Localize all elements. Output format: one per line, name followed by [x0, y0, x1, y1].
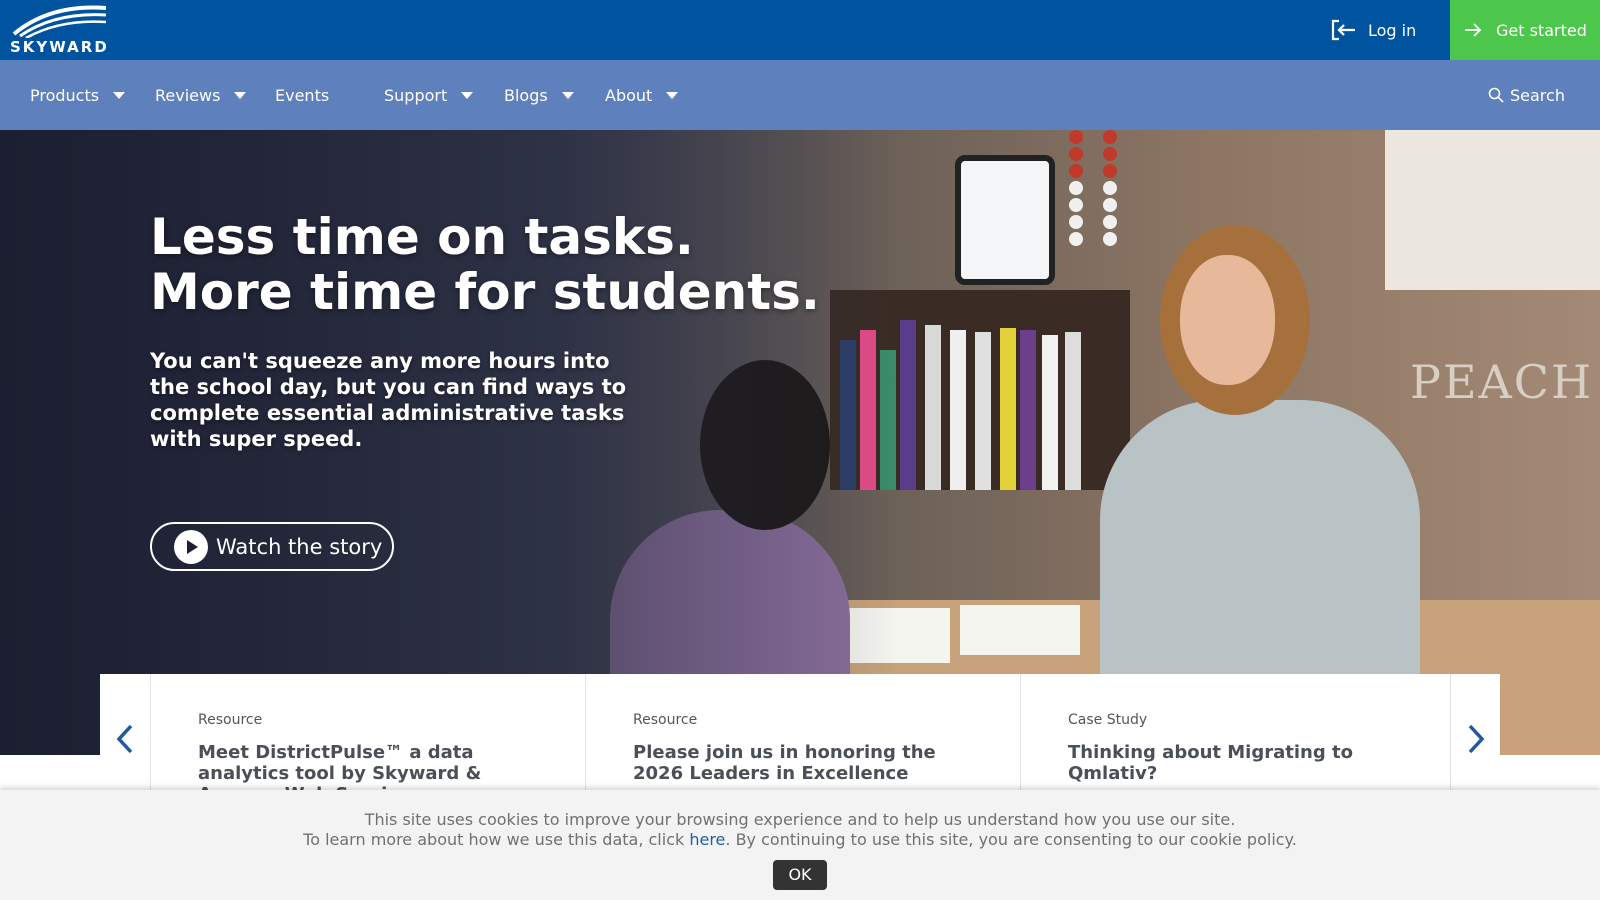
watch-story-button[interactable]: Watch the story — [150, 522, 394, 571]
cookie-text-after-link: . By continuing to use this site, you ar… — [725, 830, 1297, 849]
caret-down-icon — [666, 91, 679, 99]
classroom-poster — [1385, 130, 1600, 290]
hero-subtext: You can't squeeze any more hours into th… — [150, 349, 627, 451]
card-type: Resource — [633, 712, 698, 728]
nav-item-label: Reviews — [155, 85, 221, 105]
caret-down-icon — [561, 91, 574, 99]
chevron-left-icon — [116, 724, 133, 754]
login-arrow-icon — [1331, 19, 1355, 41]
caret-down-icon — [113, 91, 126, 99]
nav-item-support[interactable]: Support — [384, 60, 474, 130]
top-bar: SKYWARD Log in Get started — [0, 0, 1600, 60]
cookie-policy-link[interactable]: here — [689, 830, 725, 849]
carousel-card[interactable]: Resource Meet DistrictPulse™ a data anal… — [150, 674, 585, 805]
headline-line-1: Less time on tasks. — [150, 208, 694, 266]
card-title[interactable]: Please join us in honoring the 2026 Lead… — [633, 742, 973, 784]
nav-item-about[interactable]: About — [605, 60, 679, 130]
carousel-prev-button[interactable] — [100, 674, 150, 804]
card-type: Resource — [198, 712, 263, 728]
cookie-text-line-1: This site uses cookies to improve your b… — [364, 810, 1236, 829]
peach-sign: PEACH — [1410, 355, 1594, 409]
hero-banner: PEACH Less time on tasks. More time for … — [0, 130, 1600, 755]
nav-item-label: Events — [275, 85, 330, 105]
nav-item-label: Blogs — [504, 85, 548, 105]
nav-item-events[interactable]: Events — [275, 60, 329, 130]
arrow-right-icon — [1465, 23, 1482, 37]
caret-down-icon — [461, 91, 474, 99]
nav-item-label: Products — [30, 85, 100, 105]
watch-story-label: Watch the story — [216, 534, 383, 559]
whiteboard — [955, 155, 1055, 285]
cookie-text-line-2: To learn more about how we use this data… — [0, 830, 1600, 850]
headline-line-2: More time for students. — [150, 263, 820, 321]
cookie-text-before-link: To learn more about how we use this data… — [303, 830, 690, 849]
nav-item-products[interactable]: Products — [30, 60, 126, 130]
logo-wordmark: SKYWARD — [10, 38, 109, 56]
get-started-label: Get started — [1496, 20, 1587, 40]
skyward-logo[interactable]: SKYWARD — [10, 4, 112, 56]
carousel-card[interactable]: Resource Please join us in honoring the … — [585, 674, 1020, 804]
paper — [960, 605, 1080, 655]
cookie-ok-button[interactable]: OK — [773, 860, 827, 890]
carousel-next-button[interactable] — [1450, 674, 1500, 804]
abacus-rod — [1103, 130, 1117, 280]
caret-down-icon — [234, 91, 247, 99]
card-title[interactable]: Thinking about Migrating to Qmlativ? — [1068, 742, 1408, 784]
search-icon — [1488, 87, 1504, 103]
nav-item-label: Support — [384, 85, 448, 105]
search-button[interactable]: Search — [1488, 60, 1565, 130]
play-icon — [174, 529, 208, 564]
nav-item-reviews[interactable]: Reviews — [155, 60, 247, 130]
teacher — [1100, 400, 1420, 700]
teacher-face — [1180, 255, 1275, 385]
login-link[interactable]: Log in — [1330, 0, 1416, 60]
abacus-rod — [1069, 130, 1083, 280]
nav-item-blogs[interactable]: Blogs — [504, 60, 574, 130]
get-started-button[interactable]: Get started — [1450, 0, 1600, 60]
card-type: Case Study — [1068, 712, 1148, 728]
search-label: Search — [1510, 85, 1565, 105]
nav-item-label: About — [605, 85, 653, 105]
login-label: Log in — [1368, 20, 1417, 40]
chevron-right-icon — [1468, 724, 1484, 754]
logo-swoosh-icon — [12, 5, 107, 40]
hero-headline: Less time on tasks. More time for studen… — [150, 210, 820, 320]
carousel-card[interactable]: Case Study Thinking about Migrating to Q… — [1020, 674, 1450, 804]
cookie-banner: This site uses cookies to improve your b… — [0, 790, 1600, 900]
resource-carousel: Resource Meet DistrictPulse™ a data anal… — [100, 674, 1500, 805]
main-nav: Products Reviews Events Support Blogs Ab… — [0, 60, 1600, 130]
